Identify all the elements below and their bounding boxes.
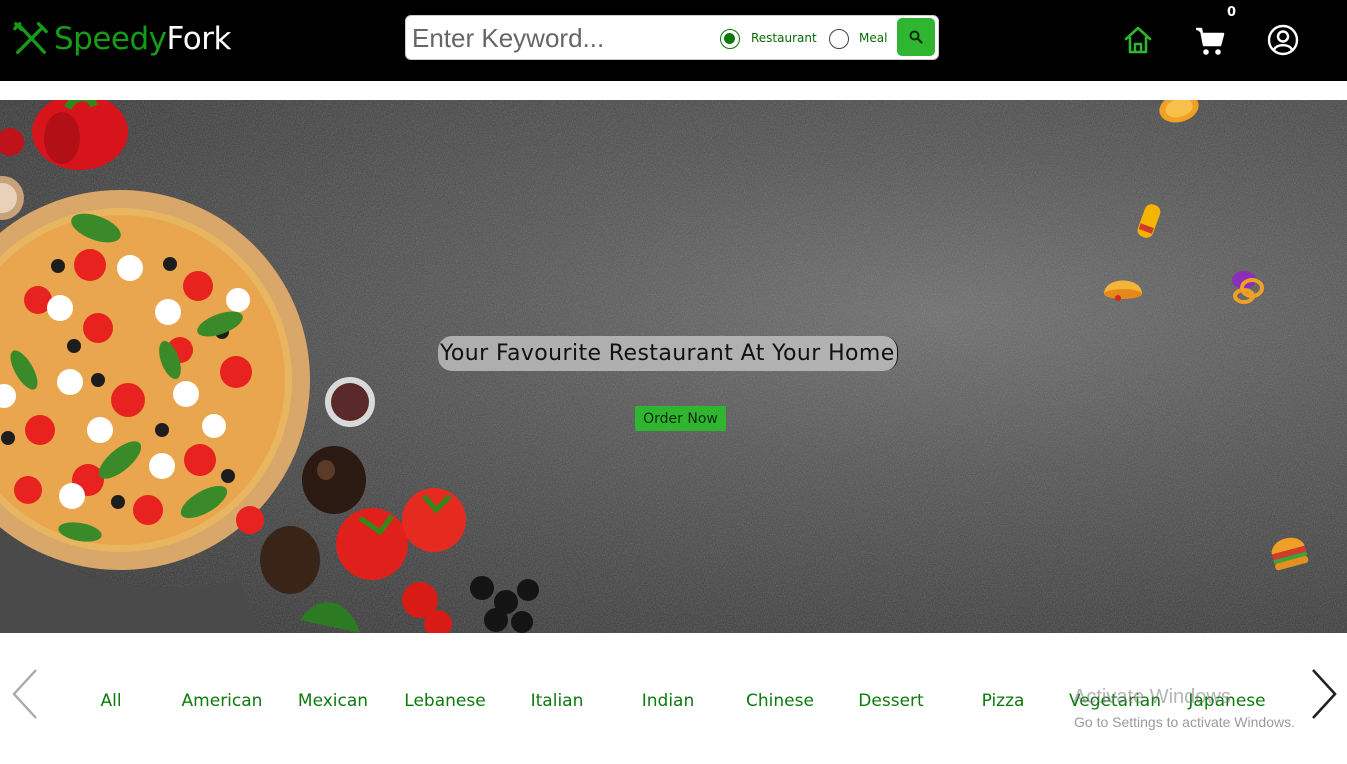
meal-radio[interactable] [829,29,849,49]
search-input[interactable] [412,20,712,56]
hero-banner: Your Favourite Restaurant At Your Home O… [0,100,1347,633]
fork-knife-icon [13,22,48,54]
search-bar: Restaurant Meal [405,15,939,60]
category-chinese[interactable]: Chinese [746,691,814,711]
meal-radio-label: Meal [859,31,888,45]
category-dessert[interactable]: Dessert [858,691,923,711]
taco-icon [1104,280,1142,301]
top-navbar: SpeedyFork Restaurant Meal 0 [0,0,1347,81]
order-now-button[interactable]: Order Now [635,406,726,431]
cart-icon[interactable] [1194,25,1226,57]
bread-icon [1159,100,1199,123]
user-circle-icon[interactable] [1267,24,1299,56]
search-icon [909,30,923,44]
home-icon[interactable] [1122,24,1154,56]
search-button[interactable] [897,18,935,56]
category-pizza[interactable]: Pizza [982,691,1025,711]
brand-name: SpeedyFork [54,21,231,57]
cart-count-badge: 0 [1227,5,1237,20]
brand-name-part2: Fork [166,21,232,57]
hero-headline: Your Favourite Restaurant At Your Home [438,336,898,371]
burrito-icon [1137,204,1161,238]
activate-windows-subtitle: Go to Settings to activate Windows. [1074,714,1295,730]
chevron-right-icon[interactable] [1309,666,1339,722]
category-american[interactable]: American [182,691,263,711]
activate-windows-title: Activate Windows [1073,686,1231,708]
brand-name-part1: Speedy [54,21,167,57]
restaurant-radio[interactable] [720,29,740,49]
onion-rings-icon [1232,271,1264,304]
brand-logo[interactable]: SpeedyFork [12,13,231,65]
chevron-left-icon[interactable] [10,666,40,722]
burger-icon [1271,537,1309,571]
category-indian[interactable]: Indian [642,691,695,711]
restaurant-radio-label: Restaurant [751,31,817,45]
category-mexican[interactable]: Mexican [298,691,368,711]
category-all[interactable]: All [100,691,121,711]
category-lebanese[interactable]: Lebanese [404,691,485,711]
category-italian[interactable]: Italian [531,691,584,711]
